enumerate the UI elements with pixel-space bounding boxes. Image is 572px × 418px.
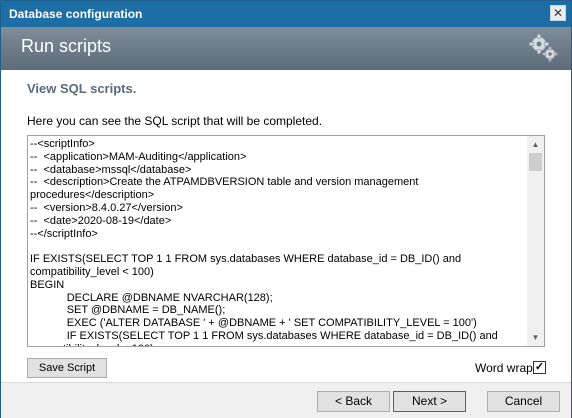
cancel-button[interactable]: Cancel — [487, 391, 560, 412]
word-wrap-label: Word wrap — [475, 361, 533, 375]
back-button[interactable]: < Back — [317, 391, 390, 412]
checkmark-icon: ✓ — [534, 361, 545, 373]
page-heading: Run scripts — [21, 36, 112, 56]
sql-script-viewer[interactable]: --<scriptInfo> -- <application>MAM-Audit… — [27, 135, 545, 347]
wizard-banner: Run scripts — [1, 27, 571, 70]
scroll-up-icon[interactable]: ▲ — [527, 136, 544, 153]
description-text: Here you can see the SQL script that wil… — [27, 114, 323, 128]
word-wrap-checkbox[interactable]: ✓ — [533, 361, 546, 374]
window-title: Database configuration — [9, 7, 143, 21]
sql-script-text[interactable]: --<scriptInfo> -- <application>MAM-Audit… — [28, 136, 524, 346]
save-script-button[interactable]: Save Script — [27, 358, 107, 378]
vertical-scrollbar[interactable]: ▲ ▼ — [527, 136, 544, 346]
gears-icon — [527, 31, 559, 66]
close-icon[interactable]: ✕ — [550, 5, 566, 21]
content-panel: View SQL scripts. Here you can see the S… — [1, 70, 571, 382]
database-configuration-window: Database configuration ✕ Run scripts Vie… — [0, 0, 572, 418]
section-title: View SQL scripts. — [27, 81, 137, 96]
scroll-down-icon[interactable]: ▼ — [527, 329, 544, 346]
next-button[interactable]: Next > — [393, 391, 466, 412]
scroll-thumb[interactable] — [529, 153, 542, 171]
title-bar: Database configuration ✕ — [1, 1, 571, 27]
wizard-footer: < Back Next > Cancel — [1, 382, 571, 418]
